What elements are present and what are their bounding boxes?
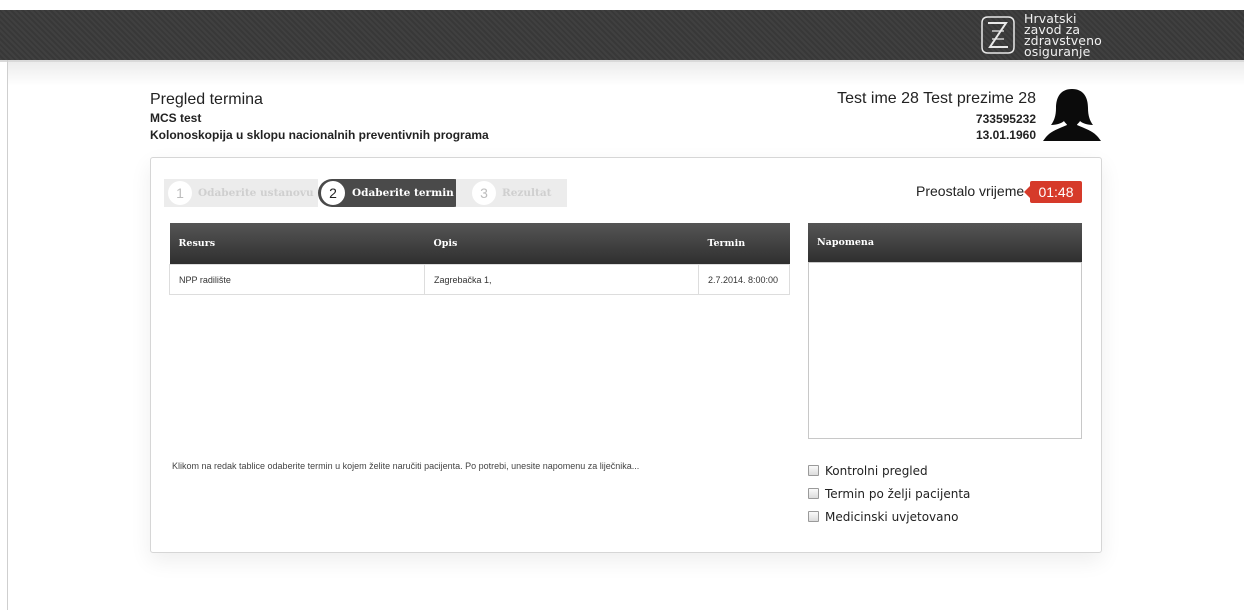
cell-resource[interactable]: NPP radilište xyxy=(169,264,425,295)
time-remaining-label: Preostalo vrijeme xyxy=(916,183,1025,199)
patient-avatar-icon xyxy=(1043,89,1101,141)
logo-line: osiguranje xyxy=(1024,44,1091,59)
checkbox-medically-indicated[interactable]: Medicinski uvjetovano xyxy=(808,505,970,528)
left-divider xyxy=(7,60,8,610)
cell-description[interactable]: Zagrebačka 1, xyxy=(424,264,699,295)
top-bar: Hrvatski zavod za zdravstveno osiguranje xyxy=(0,10,1244,62)
column-header-time: Termin xyxy=(698,223,790,265)
column-header-description: Opis xyxy=(424,223,699,265)
countdown-timer: 01:48 xyxy=(1024,181,1082,203)
step-number: 1 xyxy=(168,181,192,205)
step-select-institution[interactable]: 1 Odaberite ustanovu xyxy=(164,179,318,207)
page-title: Pregled termina xyxy=(150,91,263,108)
hzzo-logo-icon xyxy=(981,16,1015,54)
step-number: 3 xyxy=(472,181,496,205)
patient-dob: 13.01.1960 xyxy=(975,128,1036,142)
step-result[interactable]: 3 Rezultat xyxy=(456,179,567,207)
step-select-appointment[interactable]: 2 Odaberite termin xyxy=(318,179,468,207)
procedure-name: Kolonoskopija u sklopu nacionalnih preve… xyxy=(150,128,489,142)
hzzo-logo[interactable]: Hrvatski zavod za zdravstveno osiguranje xyxy=(978,10,1102,60)
patient-id: 733595232 xyxy=(975,112,1036,126)
checkbox-patient-preference[interactable]: Termin po želji pacijenta xyxy=(808,482,970,505)
checkbox-control-exam[interactable]: Kontrolni pregled xyxy=(808,459,970,482)
step-number: 2 xyxy=(320,180,346,206)
checkbox-box[interactable] xyxy=(808,511,819,522)
header-shade xyxy=(8,62,1244,86)
checkbox-label: Kontrolni pregled xyxy=(825,463,928,478)
table-header-row: Resurs Opis Termin xyxy=(169,223,790,265)
options-checkboxes: Kontrolni pregled Termin po želji pacije… xyxy=(808,459,970,528)
checkbox-label: Termin po želji pacijenta xyxy=(825,486,971,501)
step-label: Odaberite ustanovu xyxy=(198,187,314,199)
step-label: Rezultat xyxy=(502,187,552,199)
checkbox-box[interactable] xyxy=(808,488,819,499)
table-row[interactable]: NPP radilište Zagrebačka 1, 2.7.2014. 8:… xyxy=(169,264,790,295)
patient-name: Test ime 28 Test prezime 28 xyxy=(837,90,1036,107)
logo-text: Hrvatski zavod za zdravstveno osiguranje xyxy=(1024,12,1102,59)
wizard-steps: 1 Odaberite ustanovu 2 Odaberite termin … xyxy=(164,179,567,207)
checkbox-box[interactable] xyxy=(808,465,819,476)
note-header: Napomena xyxy=(808,223,1082,262)
column-header-resource: Resurs xyxy=(169,223,425,265)
appointments-table: Resurs Opis Termin NPP radilište Zagreba… xyxy=(169,223,790,295)
note-textarea[interactable] xyxy=(808,262,1082,439)
step-label: Odaberite termin xyxy=(352,187,454,199)
program-name: MCS test xyxy=(150,111,202,125)
instruction-text: Klikom na redak tablice odaberite termin… xyxy=(172,461,640,471)
cell-time[interactable]: 2.7.2014. 8:00:00 xyxy=(698,264,790,295)
checkbox-label: Medicinski uvjetovano xyxy=(825,509,959,524)
